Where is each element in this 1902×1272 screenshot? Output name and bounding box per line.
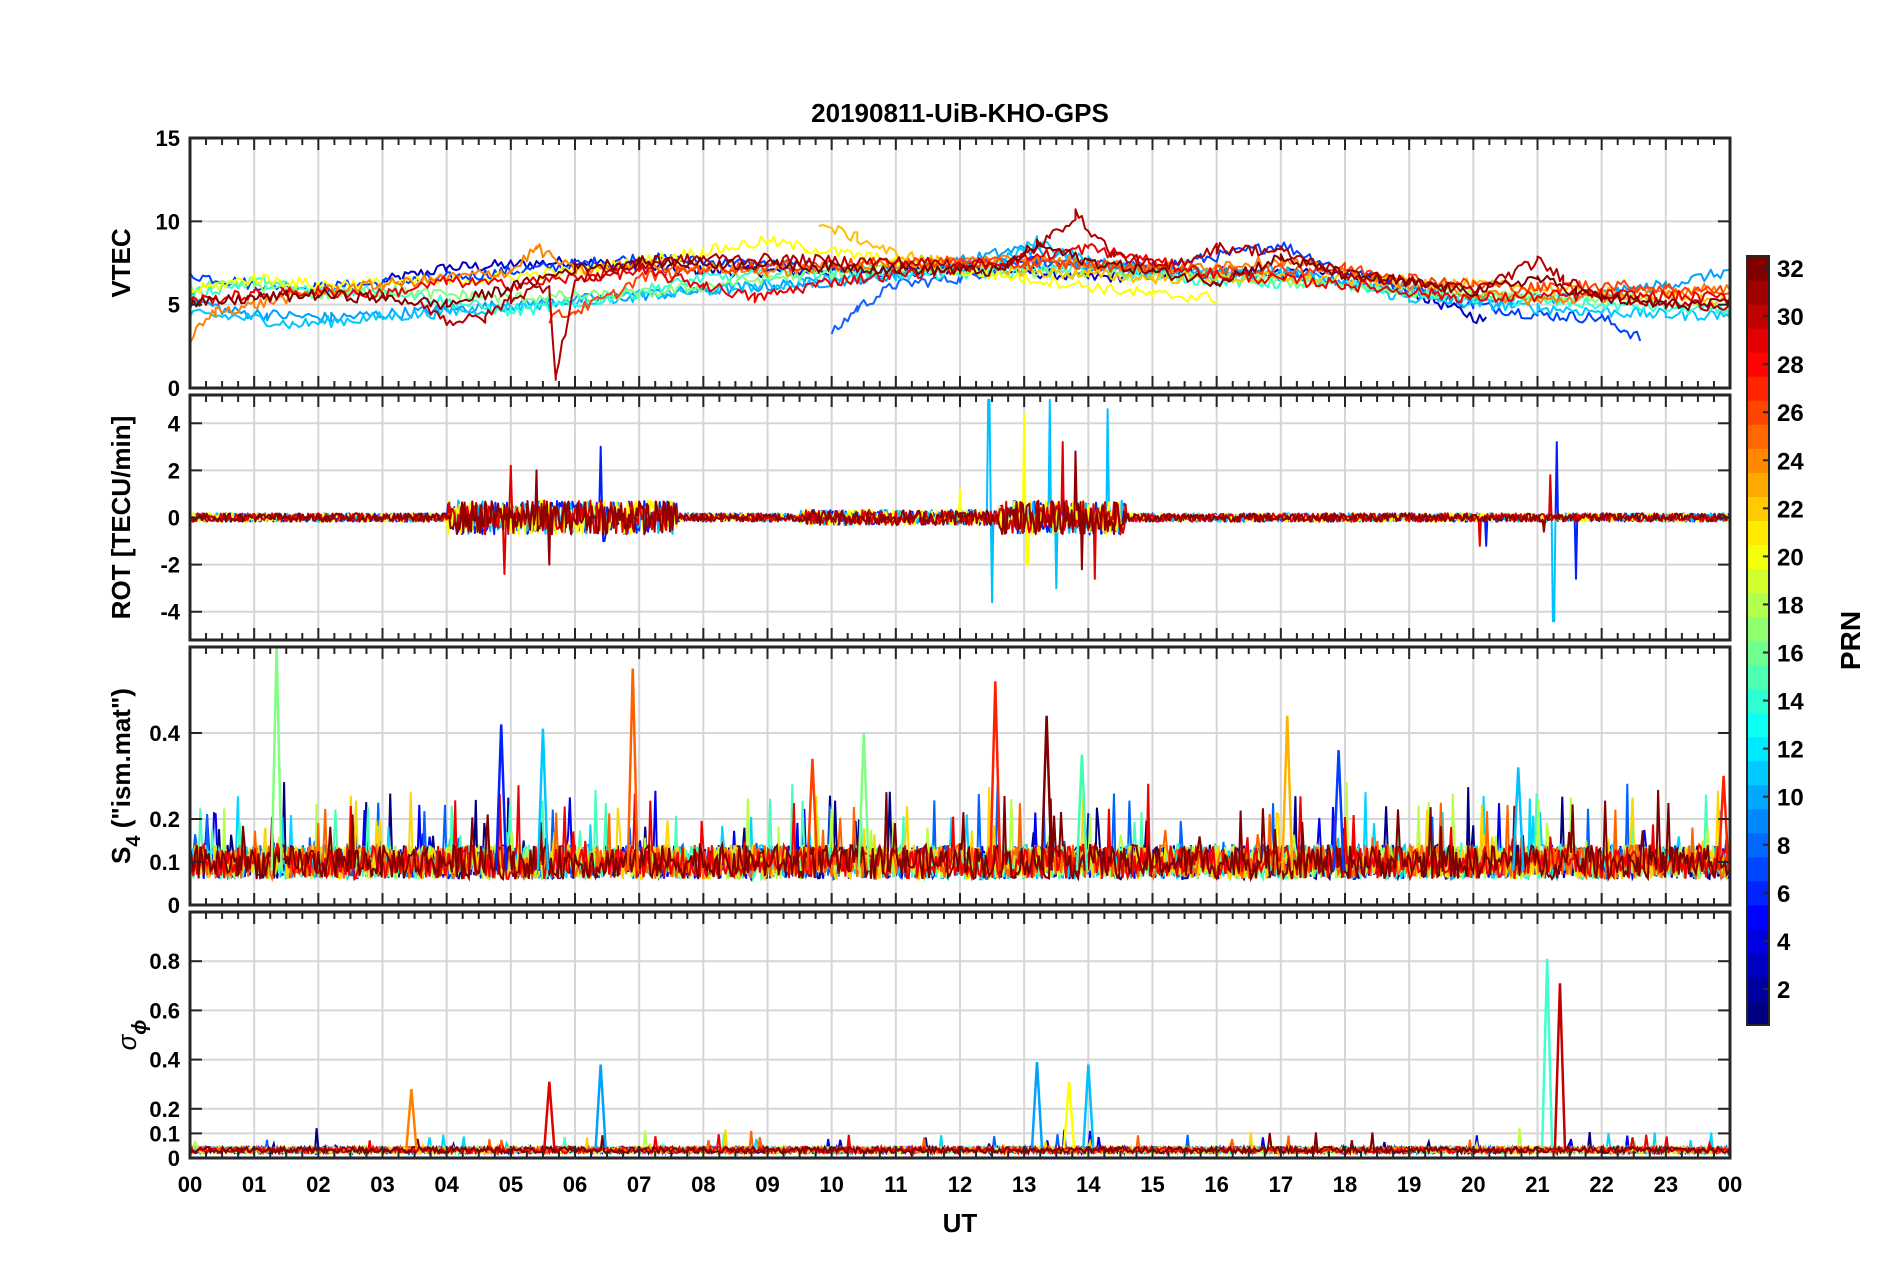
colorbar-segment-16: [1747, 616, 1769, 642]
y-tick-label-rot-3: 2: [168, 458, 180, 483]
colorbar-segment-10: [1747, 760, 1769, 786]
y-tick-label-s4-3: 0.4: [149, 721, 180, 746]
y-tick-label-sigma-5: 0.8: [149, 949, 180, 974]
x-tick-label-14: 14: [1076, 1172, 1101, 1197]
y-tick-label-s4-1: 0.1: [149, 850, 180, 875]
colorbar-segment-30: [1747, 280, 1769, 305]
colorbar-tick-label-13: 28: [1777, 352, 1804, 379]
colorbar-segment-22: [1747, 472, 1769, 497]
x-tick-label-19: 19: [1397, 1172, 1421, 1197]
colorbar-tick-label-10: 22: [1777, 496, 1804, 523]
colorbar-segment-24: [1747, 424, 1769, 449]
x-tick-label-15: 15: [1140, 1172, 1164, 1197]
x-tick-label-20: 20: [1461, 1172, 1485, 1197]
colorbar-segment-14: [1747, 664, 1769, 690]
y-tick-label-rot-1: -2: [160, 553, 180, 578]
colorbar-tick-label-5: 12: [1777, 737, 1804, 764]
y-tick-label-rot-0: -4: [160, 600, 180, 625]
y-tick-label-vtec-0: 0: [168, 376, 180, 401]
y-label-sub-sigma: ϕ: [129, 1020, 151, 1035]
y-label-rest-s4: ("ism.mat"): [106, 688, 136, 835]
y-axis-label-vtec: VTEC: [106, 228, 136, 298]
colorbar-tick-label-0: 2: [1777, 977, 1790, 1004]
x-tick-label-6: 06: [563, 1172, 587, 1197]
x-tick-label-13: 13: [1012, 1172, 1036, 1197]
y-axis-label-rot: ROT [TECU/min]: [106, 416, 136, 620]
colorbar-segment-28: [1747, 328, 1769, 353]
x-tick-label-18: 18: [1333, 1172, 1357, 1197]
colorbar-tick-label-14: 30: [1777, 304, 1804, 331]
x-tick-label-0: 00: [178, 1172, 202, 1197]
colorbar-tick-label-2: 6: [1777, 881, 1790, 908]
colorbar-segment-4: [1747, 904, 1769, 930]
colorbar-tick-label-1: 4: [1777, 929, 1791, 956]
x-tick-label-9: 09: [755, 1172, 779, 1197]
x-tick-label-4: 04: [434, 1172, 459, 1197]
y-tick-label-sigma-1: 0.1: [149, 1121, 180, 1146]
x-tick-label-21: 21: [1525, 1172, 1549, 1197]
y-label-main-s4: S: [106, 847, 136, 864]
x-tick-label-23: 23: [1654, 1172, 1678, 1197]
y-tick-label-sigma-3: 0.4: [149, 1048, 180, 1073]
y-tick-label-vtec-2: 10: [156, 209, 180, 234]
y-tick-label-vtec-1: 5: [168, 293, 180, 318]
x-tick-label-7: 07: [627, 1172, 651, 1197]
colorbar-label: PRN: [1835, 611, 1866, 670]
panel-s4: 00.10.20.4S4 ("ism.mat"): [106, 645, 1732, 918]
figure: 20190811-UiB-KHO-GPS 051015VTEC -4-2024R…: [0, 0, 1902, 1272]
panel-vtec: 0 5 10 15 VTEC: [106, 126, 1732, 401]
colorbar-segment-6: [1747, 856, 1769, 882]
x-tick-label-16: 16: [1204, 1172, 1228, 1197]
colorbar-segment-2: [1747, 952, 1769, 978]
x-tick-label-5: 05: [499, 1172, 523, 1197]
x-tick-label-22: 22: [1589, 1172, 1613, 1197]
x-tick-label-8: 08: [691, 1172, 715, 1197]
y-label-main-sigma: σ: [112, 1033, 142, 1050]
y-tick-label-vtec-3: 15: [156, 126, 180, 151]
colorbar-tick-label-7: 16: [1777, 641, 1804, 668]
x-tick-label-10: 10: [819, 1172, 843, 1197]
colorbar-tick-label-15: 32: [1777, 256, 1804, 283]
colorbar-segment-8: [1747, 808, 1769, 834]
colorbar-segment-26: [1747, 376, 1769, 401]
colorbar-tick-label-4: 10: [1777, 785, 1804, 812]
colorbar-segment-12: [1747, 712, 1769, 738]
y-tick-label-rot-2: 0: [168, 506, 180, 531]
colorbar-tick-label-12: 26: [1777, 400, 1804, 427]
x-tick-label-12: 12: [948, 1172, 972, 1197]
colorbar-tick-label-9: 20: [1777, 544, 1804, 571]
y-tick-label-sigma-0: 0: [168, 1146, 180, 1171]
x-axis-label: UT: [943, 1208, 978, 1238]
colorbar-tick-label-11: 24: [1777, 448, 1804, 475]
colorbar-segment-18: [1747, 568, 1769, 594]
y-tick-label-rot-4: 4: [168, 411, 181, 436]
y-tick-label-s4-0: 0: [168, 893, 180, 918]
x-tick-label-17: 17: [1269, 1172, 1293, 1197]
colorbar-tick-label-8: 18: [1777, 592, 1804, 619]
y-tick-label-sigma-2: 0.2: [149, 1097, 180, 1122]
y-tick-label-s4-2: 0.2: [149, 807, 180, 832]
chart-title: 20190811-UiB-KHO-GPS: [811, 98, 1109, 128]
panel-rot: -4 -2 0 2 4 ROT [TECU/min]: [106, 393, 1732, 642]
colorbar-segment-0: [1747, 1000, 1769, 1026]
panel-sigma: 00.10.2 0.4 0.6 0.8 σϕ: [112, 910, 1732, 1171]
x-tick-label-24: 00: [1718, 1172, 1742, 1197]
colorbar-tick-label-3: 8: [1777, 833, 1790, 860]
x-tick-label-11: 11: [884, 1172, 907, 1197]
colorbar-tick-label-6: 14: [1777, 689, 1804, 716]
y-tick-label-sigma-4: 0.6: [149, 998, 180, 1023]
x-tick-label-1: 01: [242, 1172, 266, 1197]
x-tick-label-2: 02: [306, 1172, 330, 1197]
x-tick-label-3: 03: [370, 1172, 394, 1197]
colorbar-segment-20: [1747, 520, 1769, 545]
